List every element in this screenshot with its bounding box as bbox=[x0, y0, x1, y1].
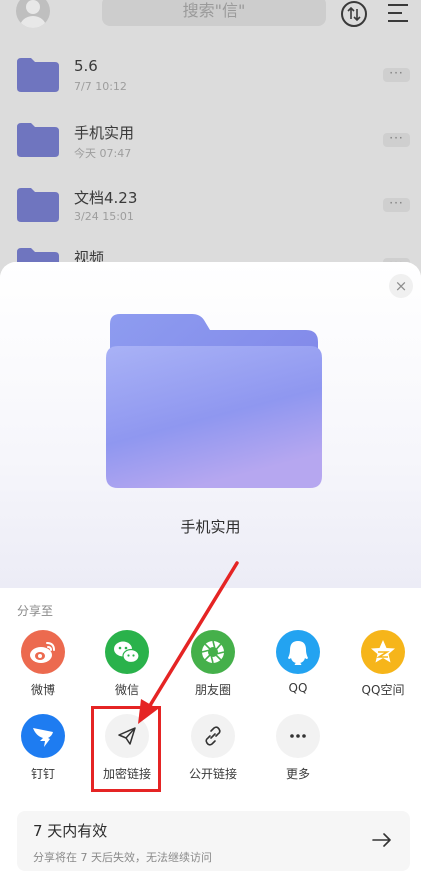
share-qq[interactable]: QQ bbox=[263, 630, 333, 702]
public-link-button[interactable]: 公开链接 bbox=[178, 714, 248, 786]
qzone-icon bbox=[361, 630, 405, 674]
share-qzone[interactable]: QQ空间 bbox=[348, 630, 418, 702]
avatar[interactable] bbox=[16, 0, 50, 28]
more-button[interactable]: ··· bbox=[383, 197, 410, 212]
sort-icon[interactable] bbox=[341, 1, 367, 27]
folder-icon bbox=[17, 188, 59, 222]
qq-icon bbox=[276, 630, 320, 674]
file-date: 今天 07:47 bbox=[74, 147, 132, 160]
more-button[interactable]: ··· bbox=[383, 132, 410, 147]
file-date: 3/24 15:01 bbox=[74, 210, 134, 223]
share-wechat[interactable]: 微信 bbox=[92, 630, 162, 702]
file-name: 手机实用 bbox=[74, 124, 135, 142]
dingtalk-icon bbox=[21, 714, 65, 758]
more-share-button[interactable]: 更多 bbox=[263, 714, 333, 786]
arrow-right-icon bbox=[372, 833, 391, 847]
validity-title: 7 天内有效 bbox=[33, 822, 108, 840]
file-name: 文档4.23 bbox=[74, 189, 138, 207]
list-item[interactable]: 手机实用 今天 07:47 ··· bbox=[0, 117, 421, 183]
list-item[interactable]: 5.6 7/7 10:12 ··· bbox=[0, 52, 421, 118]
app-label: 微博 bbox=[30, 683, 55, 697]
more-button[interactable]: ··· bbox=[383, 67, 410, 82]
app-label: 公开链接 bbox=[188, 767, 237, 781]
more-icon bbox=[276, 714, 320, 758]
app-label: 微信 bbox=[114, 683, 139, 697]
app-label: 更多 bbox=[285, 767, 310, 781]
folder-title: 手机实用 bbox=[180, 518, 241, 536]
share-weibo[interactable]: 微博 bbox=[8, 630, 78, 702]
folder-icon bbox=[17, 58, 59, 92]
weibo-icon bbox=[21, 630, 65, 674]
file-name: 5.6 bbox=[74, 57, 98, 75]
folder-preview: × 手机实用 bbox=[0, 262, 421, 588]
validity-option[interactable]: 7 天内有效 分享将在 7 天后失效，无法继续访问 bbox=[17, 811, 410, 871]
wechat-icon bbox=[105, 630, 149, 674]
folder-icon bbox=[17, 123, 59, 157]
share-to-label: 分享至 bbox=[17, 604, 54, 618]
folder-icon bbox=[106, 314, 322, 488]
search-input[interactable]: 搜索"信" bbox=[102, 0, 326, 26]
highlight-box bbox=[91, 706, 161, 792]
app-label: QQ bbox=[288, 681, 308, 695]
link-icon bbox=[191, 714, 235, 758]
app-label: 朋友圈 bbox=[194, 683, 231, 697]
moments-icon bbox=[191, 630, 235, 674]
app-label: QQ空间 bbox=[361, 683, 405, 697]
app-label: 钉钉 bbox=[30, 767, 55, 781]
close-icon[interactable]: × bbox=[389, 274, 413, 298]
list-item[interactable]: 文档4.23 3/24 15:01 ··· bbox=[0, 182, 421, 248]
file-date: 7/7 10:12 bbox=[74, 80, 127, 93]
share-moments[interactable]: 朋友圈 bbox=[178, 630, 248, 702]
menu-icon[interactable] bbox=[388, 4, 410, 24]
validity-subtitle: 分享将在 7 天后失效，无法继续访问 bbox=[33, 851, 212, 864]
share-dingtalk[interactable]: 钉钉 bbox=[8, 714, 78, 786]
share-sheet: × 手机实用 分享至 微博 微信 朋友圈 QQ QQ空间 钉钉 加密链接 公开链… bbox=[0, 262, 421, 881]
top-bar: 搜索"信" bbox=[0, 0, 421, 34]
